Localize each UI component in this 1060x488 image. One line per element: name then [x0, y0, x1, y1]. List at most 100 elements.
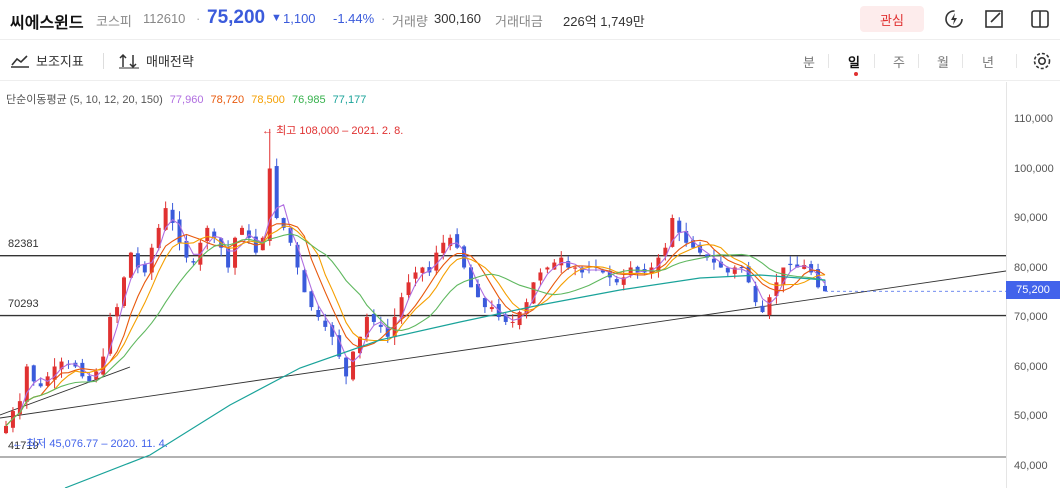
down-arrow-icon: ▼ — [271, 12, 282, 24]
y-tick-label: 90,000 — [1014, 212, 1048, 224]
period-year[interactable]: 년 — [982, 52, 994, 71]
edit-icon[interactable] — [982, 7, 1006, 31]
candle-body — [441, 242, 446, 254]
candle-body — [38, 383, 43, 387]
candle-body — [482, 298, 487, 308]
indicator-label: 보조지표 — [36, 54, 84, 69]
ma-legend-title: 단순이동평균 (5, 10, 12, 20, 150) — [6, 94, 163, 106]
candle-body — [31, 365, 36, 382]
moving-average-line — [5, 233, 826, 427]
current-price: 75,200 — [207, 7, 266, 28]
settings-gear-icon[interactable] — [1031, 50, 1053, 77]
candle-body — [309, 291, 314, 308]
candle-body — [205, 227, 210, 241]
split-view-icon[interactable] — [1028, 7, 1052, 31]
candle-body — [545, 267, 550, 270]
period-divider — [962, 54, 963, 68]
y-tick-label: 100,000 — [1014, 163, 1054, 175]
period-month[interactable]: 월 — [937, 52, 949, 71]
ma-value-5: 77,960 — [169, 94, 204, 106]
moving-average-150-line — [64, 274, 826, 488]
separator-dot: · — [196, 11, 201, 26]
candle-body — [510, 321, 515, 323]
toolbar-divider — [103, 53, 104, 69]
y-tick-label: 50,000 — [1014, 410, 1048, 422]
quick-order-icon[interactable] — [942, 7, 966, 31]
candle-body — [239, 227, 244, 235]
candle-body — [323, 320, 328, 327]
strategy-button[interactable]: 매매전략 — [118, 51, 194, 70]
y-tick-label: 80,000 — [1014, 262, 1048, 274]
amount-value: 226억 1,749만 — [563, 14, 645, 29]
buy-sell-arrows-icon — [119, 53, 139, 68]
high-annotation: ← 최고 108,000 – 2021. 2. 8. — [262, 125, 404, 137]
active-period-indicator — [854, 72, 858, 76]
candle-body — [538, 272, 543, 281]
candle-body — [115, 307, 120, 317]
moving-average-legend: 단순이동평균 (5, 10, 12, 20, 150) 77,960 78,72… — [6, 91, 370, 107]
candle-body — [677, 220, 682, 233]
stock-code: 112610 — [143, 11, 186, 26]
period-day[interactable]: 일 — [848, 52, 860, 71]
candle-body — [128, 252, 133, 278]
candle-body — [378, 324, 383, 327]
candle-body — [753, 286, 758, 303]
ma-value-150: 77,177 — [332, 94, 367, 106]
candle-body — [767, 297, 772, 316]
chart-toolbar: 보조지표 매매전략 분 일 주 월 년 — [0, 41, 1060, 81]
candle-body — [413, 272, 418, 279]
indicator-button[interactable]: 보조지표 — [10, 51, 84, 70]
current-price-tag: 75,200 — [1006, 281, 1060, 299]
period-divider — [1016, 54, 1017, 68]
candle-body — [760, 305, 765, 313]
market-label: 코스피 — [96, 14, 132, 29]
candle-body — [351, 351, 356, 380]
candle-body — [364, 317, 369, 338]
amount-label: 거래대금 — [495, 14, 543, 29]
candle-body — [87, 376, 92, 382]
indicator-chart-icon — [11, 54, 29, 68]
price-change: 1,100 — [283, 11, 316, 26]
volume-value: 300,160 — [434, 11, 481, 26]
hline-label-support: 70293 — [8, 298, 39, 310]
period-divider — [828, 54, 829, 68]
y-tick-label: 70,000 — [1014, 311, 1048, 323]
candle-body — [614, 279, 619, 283]
period-week[interactable]: 주 — [893, 52, 905, 71]
candle-body — [788, 263, 793, 266]
y-tick-label: 110,000 — [1014, 113, 1053, 125]
candle-body — [420, 267, 425, 273]
candle-body — [406, 282, 411, 296]
candle-body — [823, 285, 827, 292]
candle-body — [316, 310, 321, 317]
candle-body — [489, 307, 494, 310]
candle-body — [344, 357, 349, 377]
candle-body — [670, 218, 675, 247]
strategy-label: 매매전략 — [146, 54, 194, 69]
watch-button[interactable]: 관심 — [860, 6, 924, 32]
stock-header: 씨에스윈드 코스피 112610 · 75,200 ▼ 1,100 -1.44%… — [0, 0, 1060, 40]
period-divider — [874, 54, 875, 68]
candle-body — [725, 267, 730, 273]
separator-dot: · — [381, 11, 386, 26]
y-tick-label: 40,000 — [1014, 460, 1048, 472]
y-tick-label: 60,000 — [1014, 361, 1048, 373]
trend-line — [0, 270, 1006, 419]
candle-body — [455, 234, 460, 248]
hline-label-resistance: 82381 — [8, 238, 39, 250]
stock-name: 씨에스윈드 — [10, 15, 84, 32]
low-annotation: ← 최저 45,076.77 – 2020. 11. 4. — [12, 438, 168, 450]
price-chart[interactable] — [0, 82, 1006, 488]
candle-body — [371, 313, 376, 322]
price-change-percent: -1.44% — [333, 11, 375, 26]
candle-body — [295, 244, 300, 268]
candle-body — [191, 261, 196, 263]
candle-body — [142, 264, 147, 273]
ma-value-10: 78,720 — [210, 94, 245, 106]
moving-average-line — [5, 223, 826, 427]
ma-value-20: 76,985 — [291, 94, 326, 106]
candle-body — [434, 252, 439, 271]
period-minute[interactable]: 분 — [803, 52, 815, 71]
candle-body — [573, 267, 578, 269]
candle-body — [531, 282, 536, 304]
